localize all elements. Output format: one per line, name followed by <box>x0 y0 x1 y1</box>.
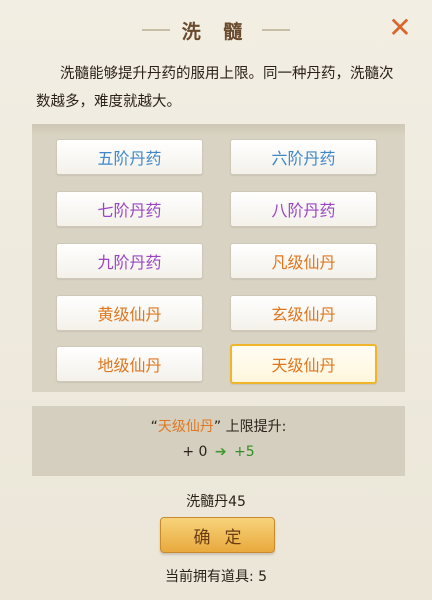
grade-label: 天级仙丹 <box>271 356 336 375</box>
grade-list[interactable]: 五阶丹药 六阶丹药 七阶丹药 八阶丹药 九阶丹药 凡级仙丹 黄级仙丹 玄级仙丹 … <box>32 124 405 392</box>
grade-label: 五阶丹药 <box>97 149 162 168</box>
grade-button-5th[interactable]: 五阶丹药 <box>56 139 203 175</box>
grade-button-7th[interactable]: 七阶丹药 <box>56 191 203 227</box>
confirm-label: 确定 <box>193 527 256 548</box>
current-limit: + 0 <box>182 444 208 460</box>
grade-label: 九阶丹药 <box>97 253 162 272</box>
grade-label: 地级仙丹 <box>97 356 162 375</box>
grade-label: 凡级仙丹 <box>271 253 336 272</box>
arrow-right-icon: ➔ <box>214 444 227 460</box>
upgrade-values: + 0 ➔ +5 <box>32 444 405 460</box>
quote-open: “ <box>150 419 158 435</box>
owned-items-text: 当前拥有道具: 5 <box>164 569 268 585</box>
title-ornament-left <box>141 29 170 31</box>
dialog-header: 洗 髓 <box>16 12 416 48</box>
upgrade-suffix: 上限提升: <box>225 419 287 435</box>
dialog-title: 洗 髓 <box>181 20 251 43</box>
grade-label: 七阶丹药 <box>97 201 162 220</box>
confirm-button[interactable]: 确定 <box>160 517 275 553</box>
grade-button-8th[interactable]: 八阶丹药 <box>230 191 377 227</box>
scroll-fade <box>32 124 405 136</box>
wash-marrow-dialog: 洗 髓 ✕ 洗髓能够提升丹药的服用上限。同一种丹药，洗髓次数越多，难度就越大。 … <box>0 0 432 600</box>
grade-button-xuan[interactable]: 玄级仙丹 <box>230 295 377 331</box>
selected-grade-name: 天级仙丹 <box>157 419 214 435</box>
grade-button-fan[interactable]: 凡级仙丹 <box>230 243 377 279</box>
upgrade-info-title: “天级仙丹” 上限提升: <box>32 416 405 436</box>
grade-button-tian[interactable]: 天级仙丹 <box>230 344 377 384</box>
new-limit: +5 <box>234 444 255 460</box>
title-ornament-right <box>262 29 291 31</box>
grade-button-huang[interactable]: 黄级仙丹 <box>56 295 203 331</box>
grade-label: 玄级仙丹 <box>271 305 336 324</box>
grade-label: 六阶丹药 <box>271 149 336 168</box>
quote-close: ” <box>213 419 222 435</box>
grade-button-di[interactable]: 地级仙丹 <box>56 346 203 382</box>
dialog-description: 洗髓能够提升丹药的服用上限。同一种丹药，洗髓次数越多，难度就越大。 <box>36 66 394 110</box>
grade-label: 八阶丹药 <box>271 201 336 220</box>
grade-button-9th[interactable]: 九阶丹药 <box>56 243 203 279</box>
upgrade-info-box: “天级仙丹” 上限提升: + 0 ➔ +5 <box>32 406 405 476</box>
grade-button-6th[interactable]: 六阶丹药 <box>230 139 377 175</box>
close-icon[interactable]: ✕ <box>386 14 414 42</box>
grade-label: 黄级仙丹 <box>97 305 162 324</box>
cost-text: 洗髓丹45 <box>186 494 246 510</box>
